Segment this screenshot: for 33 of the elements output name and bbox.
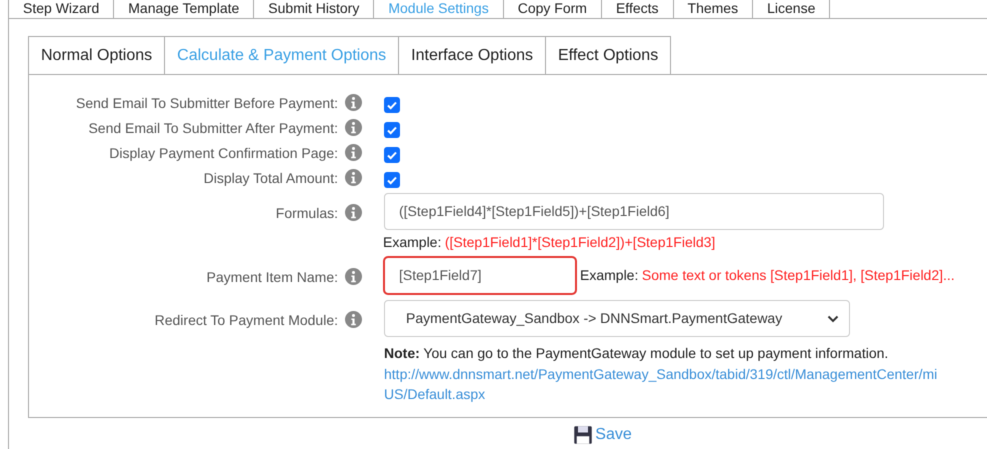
example-text: Some text or tokens [Step1Field1], [Step1Field2]... (642, 266, 955, 285)
info-icon[interactable] (345, 119, 362, 136)
checkbox[interactable] (384, 172, 400, 188)
field-label: Redirect To Payment Module: (154, 311, 338, 330)
field-label: Display Payment Confirmation Page: (108, 144, 338, 163)
tab[interactable]: Normal Options (28, 36, 166, 74)
checkbox[interactable] (384, 147, 400, 163)
example-text: ([Step1Field1]*[Step1Field2])+[Step1Field3] (444, 233, 716, 252)
caret-icon (827, 314, 839, 322)
input-field[interactable]: ([Step1Field4]*[Step1Field5])+[Step1Field6] (384, 193, 884, 230)
info-icon[interactable] (345, 311, 362, 328)
field-label: Formulas: (274, 204, 338, 223)
check-icon (386, 174, 398, 186)
example-label: Example: (580, 266, 638, 285)
field-label: Send Email To Submitter After Payment: (87, 119, 338, 138)
tab[interactable]: Effect Options (545, 36, 672, 74)
info-icon[interactable] (345, 169, 362, 186)
select-dropdown[interactable]: PaymentGateway_Sandbox -> DNNSmart.PaymentGateway (384, 300, 850, 337)
check-icon (386, 149, 398, 161)
info-icon[interactable] (345, 268, 362, 285)
field-label: Send Email To Submitter Before Payment: (75, 94, 338, 113)
field-label: Payment Item Name: (206, 268, 338, 287)
field-label: Display Total Amount: (202, 169, 338, 188)
note-text: Note: You can go to the PaymentGateway module to set up payment information. (384, 344, 890, 363)
info-icon[interactable] (345, 204, 362, 221)
checkbox[interactable] (384, 122, 400, 138)
input-field[interactable]: [Step1Field7] (384, 257, 576, 294)
info-icon[interactable] (345, 144, 362, 161)
checkbox[interactable] (384, 97, 400, 113)
check-icon (386, 99, 398, 111)
example-label: Example: (383, 233, 442, 252)
info-icon[interactable] (345, 94, 362, 111)
check-icon (386, 124, 398, 136)
